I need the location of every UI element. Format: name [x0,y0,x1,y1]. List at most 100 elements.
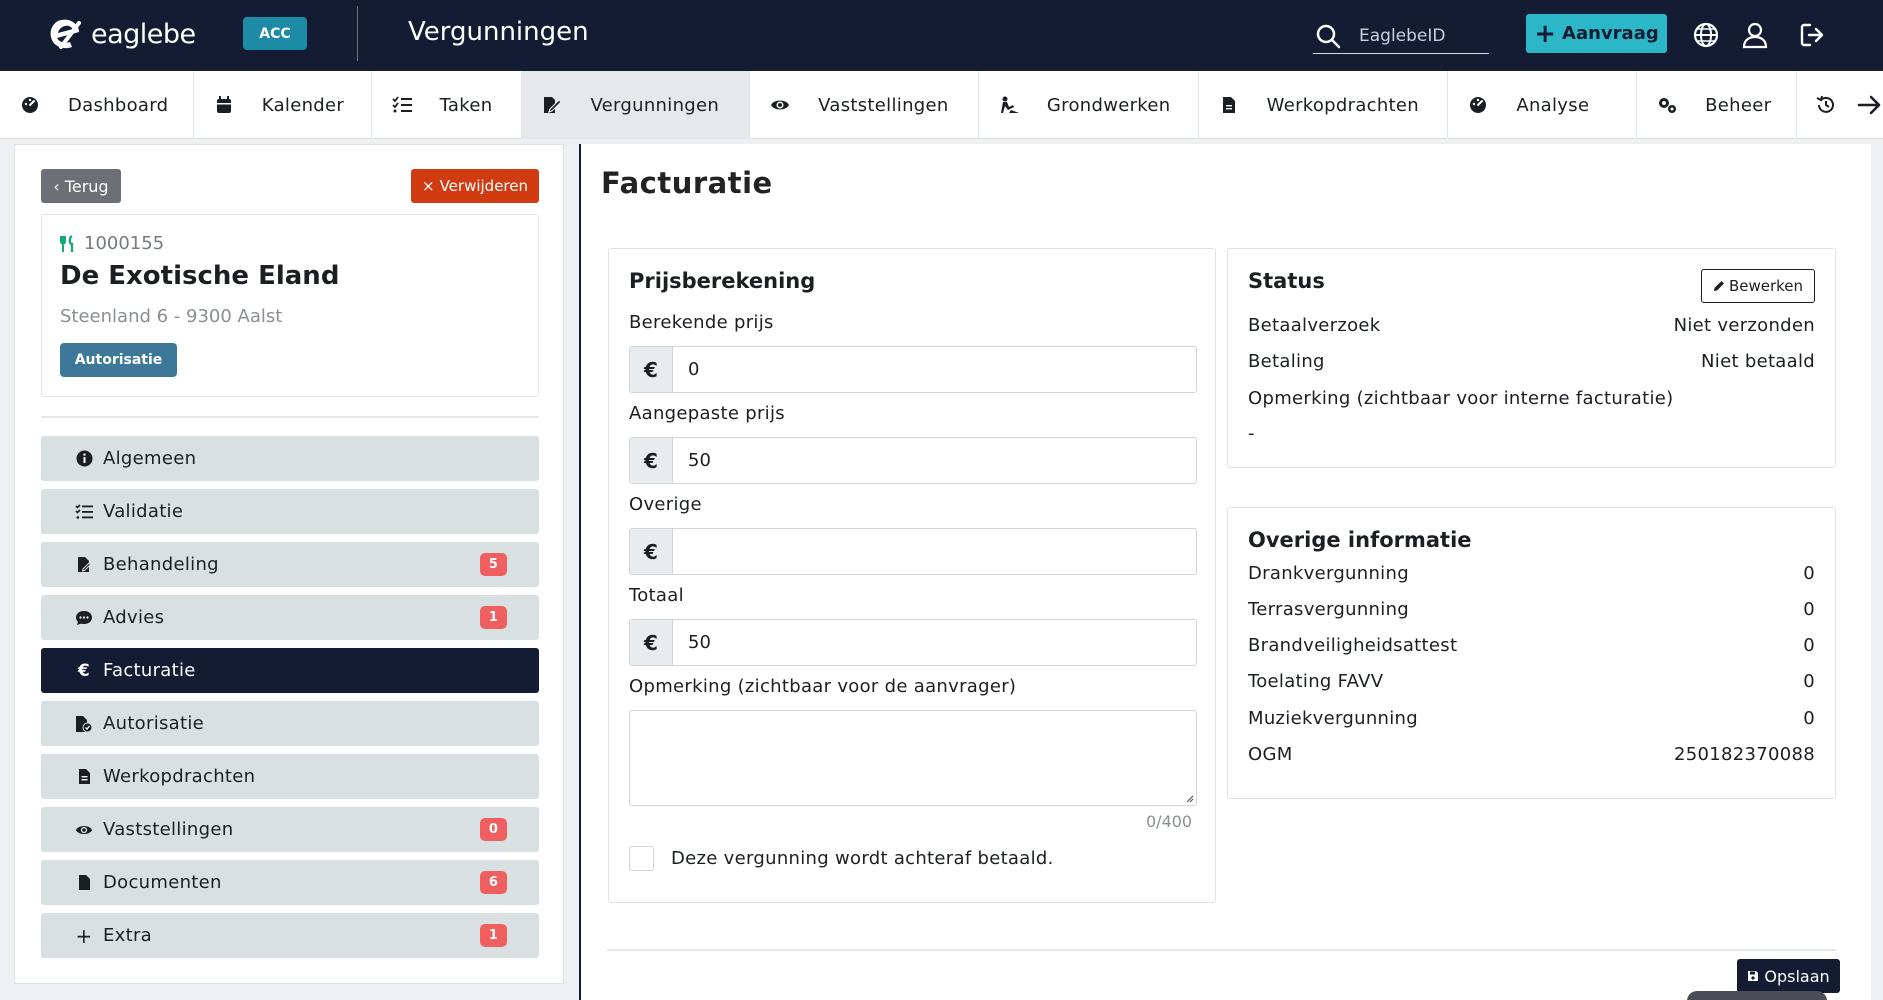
nav-end-controls [1797,71,1883,138]
delete-button[interactable]: × Verwijderen [411,169,539,203]
count-badge: 1 [480,924,507,947]
count-badge: 6 [480,871,507,894]
document-icon [1219,95,1239,115]
logo[interactable]: eaglebe [47,17,196,51]
new-request-button[interactable]: + Aanvraag [1526,14,1667,53]
floppy-disk-icon [1748,971,1759,981]
back-button[interactable]: ‹ Terug [41,169,121,203]
sidebar-item-algemeen[interactable]: Algemeen [41,436,539,481]
character-counter: 0/400 [1146,812,1193,831]
plus-icon: + [75,923,93,948]
save-button[interactable]: Opslaan [1737,959,1840,993]
sidebar-item-vaststellingen[interactable]: Vaststellingen 0 [41,807,539,852]
internal-remark-label: Opmerking (zichtbaar voor interne factur… [1248,388,1674,409]
section-title: Facturatie [601,166,773,200]
nav-item-label: Taken [439,94,493,116]
sidebar-item-label: Vaststellingen [103,819,234,840]
search-box [1313,18,1489,54]
nav-item-vergunningen[interactable]: Vergunningen [522,71,751,139]
arrow-right-icon[interactable] [1857,94,1883,116]
sidebar-item-label: Extra [103,925,153,946]
edit-label: Bewerken [1728,277,1804,295]
paid-afterwards-label[interactable]: Deze vergunning wordt achteraf betaald. [671,848,1054,869]
sidebar-item-advies[interactable]: Advies 1 [41,595,539,640]
adjusted-price-input[interactable] [673,438,1196,483]
eye-icon [770,95,790,115]
row-value: 0 [1803,635,1815,656]
case-address: Steenland 6 - 9300 Aalst [60,306,283,327]
nav-item-beheer[interactable]: Beheer [1637,71,1797,139]
nav-item-werkopdrachten[interactable]: Werkopdrachten [1199,71,1449,139]
calculated-price-label: Berekende prijs [629,312,774,333]
edit-button[interactable]: Bewerken [1701,269,1815,303]
header-divider [357,6,358,61]
count-badge: 0 [480,818,507,841]
row-value: 0 [1803,671,1815,692]
sidebar-item-behandeling[interactable]: Behandeling 5 [41,542,539,587]
row-label: Toelating FAVV [1248,671,1384,692]
logout-icon[interactable] [1799,21,1827,49]
info-row: Muziekvergunning 0 [1248,708,1815,729]
row-label: OGM [1248,744,1293,765]
file-icon [75,874,93,892]
payment-row: Betaling Niet betaald [1248,351,1815,372]
nav-item-vaststellingen[interactable]: Vaststellingen [750,71,979,139]
file-check-icon [75,715,93,733]
nav-item-label: Analyse [1516,94,1590,116]
total-field: € [629,619,1197,666]
calculated-price-input[interactable] [673,347,1196,392]
row-value: 0 [1803,563,1815,584]
back-label: Terug [64,176,109,196]
nav-item-taken[interactable]: Taken [372,71,523,139]
case-status-tag: Autorisatie [60,343,177,377]
nav-item-kalender[interactable]: Kalender [194,71,372,139]
sidebar-item-facturatie[interactable]: € Facturatie [41,648,539,693]
search-icon[interactable] [1315,23,1341,49]
floating-button[interactable] [1687,991,1827,1000]
other-costs-input[interactable] [673,529,1196,574]
other-costs-field: € [629,528,1197,575]
user-icon[interactable] [1741,21,1769,49]
remark-textarea[interactable] [629,710,1197,806]
sidebar-item-documenten[interactable]: Documenten 6 [41,860,539,905]
page-title: Vergunningen [408,17,589,47]
remark-label: Opmerking (zichtbaar voor de aanvrager) [629,676,1017,697]
history-icon[interactable] [1815,94,1837,116]
top-bar: eaglebe ACC Vergunningen + Aanvraag [0,0,1883,71]
sidebar-item-label: Autorisatie [103,713,205,734]
nav-item-label: Beheer [1705,94,1772,116]
calculated-price-field: € [629,346,1197,393]
footer-divider [607,949,1836,951]
sidebar-item-extra[interactable]: + Extra 1 [41,913,539,958]
nav-item-analyse[interactable]: Analyse [1448,71,1638,139]
info-row: Terrasvergunning 0 [1248,599,1815,620]
sidebar-item-werkopdrachten[interactable]: Werkopdrachten [41,754,539,799]
case-id: 1000155 [60,233,164,254]
total-label: Totaal [629,585,684,606]
pricing-card: Prijsberekening Berekende prijs € Aangep… [608,248,1216,903]
status-card: Status Bewerken Betaalverzoek Niet verzo… [1227,248,1836,468]
sidebar-item-autorisatie[interactable]: Autorisatie [41,701,539,746]
main-content: Facturatie Prijsberekening Berekende pri… [579,144,1871,1000]
paid-afterwards-checkbox[interactable] [629,846,654,871]
nav-item-dashboard[interactable]: Dashboard [0,71,194,139]
globe-icon[interactable] [1692,21,1720,49]
adjusted-price-label: Aangepaste prijs [629,403,785,424]
total-input[interactable] [673,620,1196,665]
nav-item-label: Grondwerken [1046,94,1171,116]
other-info-card: Overige informatie Drankvergunning 0 Ter… [1227,507,1836,799]
search-input[interactable] [1359,25,1484,46]
gears-icon [1657,95,1677,115]
main-navigation: Dashboard Kalender Taken Vergunningen Va… [0,71,1883,139]
row-value: 0 [1803,708,1815,729]
row-label: Muziekvergunning [1248,708,1418,729]
plus-icon: + [1534,18,1557,49]
nav-item-grondwerken[interactable]: Grondwerken [979,71,1199,139]
resize-grip-icon[interactable] [1184,793,1194,803]
pricing-title: Prijsberekening [629,269,816,293]
row-value: 0 [1803,599,1815,620]
calendar-icon [214,95,234,115]
nav-item-label: Vaststellingen [818,94,949,116]
file-edit-icon [75,556,93,574]
sidebar-item-validatie[interactable]: Validatie [41,489,539,534]
